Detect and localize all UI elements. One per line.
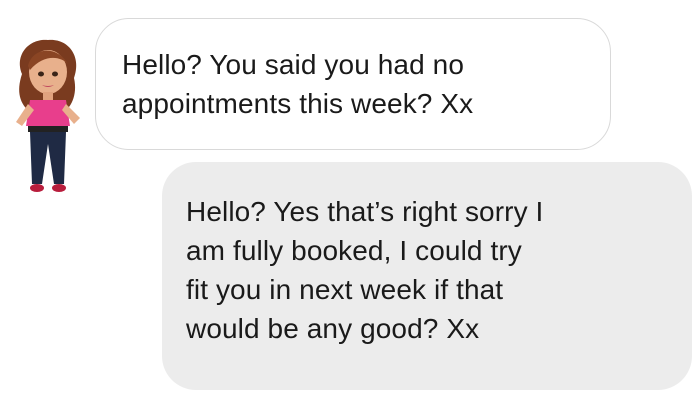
incoming-message-text: Hello? You said you had no appointments … — [122, 49, 474, 119]
sender-avatar[interactable] — [8, 34, 86, 204]
chat-thread: Hello? You said you had no appointments … — [0, 0, 700, 408]
incoming-message-bubble[interactable]: Hello? You said you had no appointments … — [95, 18, 611, 150]
bitmoji-avatar-icon — [16, 39, 80, 192]
outgoing-message-text: Hello? Yes that’s right sorry I am fully… — [186, 196, 544, 344]
outgoing-message-bubble[interactable]: Hello? Yes that’s right sorry I am fully… — [162, 162, 692, 390]
